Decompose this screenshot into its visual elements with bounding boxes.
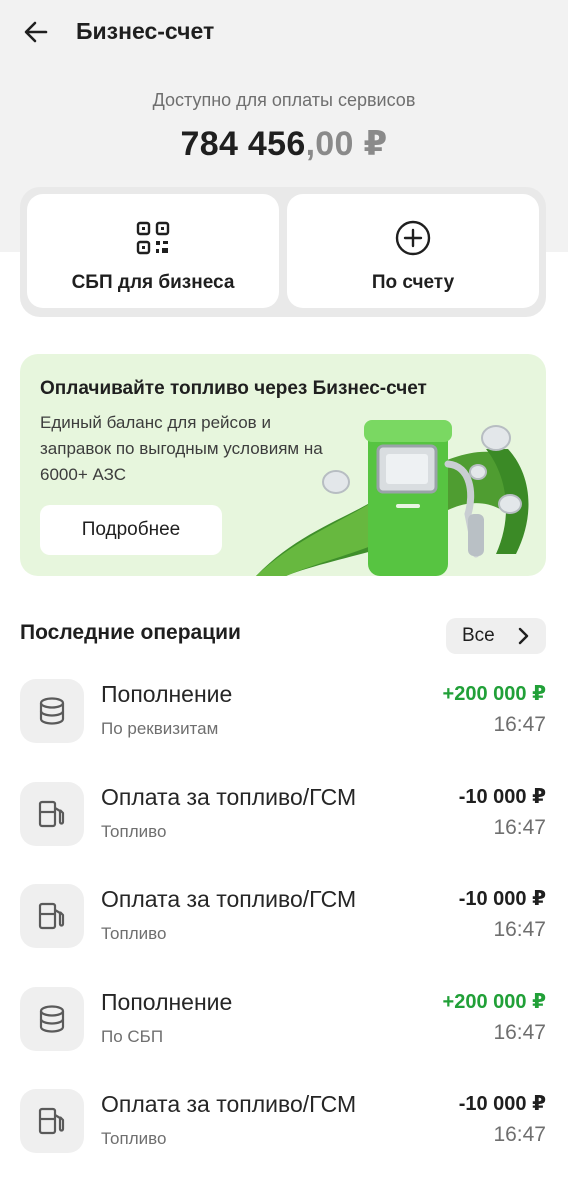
operation-icon-box <box>20 782 84 846</box>
operation-subtitle: Топливо <box>101 822 167 841</box>
available-label: Доступно для оплаты сервисов <box>152 90 416 110</box>
promo-details-button[interactable]: Подробнее <box>40 505 222 555</box>
recent-operations-title: Последние операции <box>20 621 241 644</box>
qr-code-icon <box>136 221 170 255</box>
operation-time: 16:47 <box>493 918 546 941</box>
operation-time: 16:47 <box>493 713 546 736</box>
by-account-button[interactable]: По счету <box>287 194 539 308</box>
operation-icon-box <box>20 679 84 743</box>
operation-icon-box <box>20 1089 84 1153</box>
balance-amount: 784 456,00 ₽ <box>0 124 568 164</box>
operation-subtitle: Топливо <box>101 924 167 943</box>
plus-circle-icon <box>395 220 431 256</box>
balance-integer: 784 456 <box>180 125 306 163</box>
operation-amount: -10 000 ₽ <box>458 1093 546 1115</box>
sbp-business-button[interactable]: СБП для бизнеса <box>27 194 279 308</box>
app-header: Бизнес-счет <box>0 0 568 62</box>
operation-subtitle: По СБП <box>101 1027 164 1046</box>
page-title: Бизнес-счет <box>76 18 215 44</box>
operation-row[interactable]: Пополнение По реквизитам +200 000 ₽ 16:47 <box>20 679 548 759</box>
operation-row[interactable]: Пополнение По СБП +200 000 ₽ 16:47 <box>20 987 548 1067</box>
fuel-pump-icon <box>38 800 65 828</box>
arrow-left-icon <box>24 21 48 43</box>
chevron-right-icon <box>518 627 529 645</box>
operation-amount: +200 000 ₽ <box>442 683 546 705</box>
operation-name: Оплата за топливо/ГСМ <box>101 1091 357 1117</box>
operation-subtitle: Топливо <box>101 1129 167 1148</box>
back-button[interactable] <box>18 14 54 50</box>
operation-amount: -10 000 ₽ <box>458 786 546 808</box>
operation-name: Оплата за топливо/ГСМ <box>101 784 357 810</box>
fuel-pump-illustration <box>256 420 529 576</box>
operation-time: 16:47 <box>493 816 546 839</box>
operation-amount: -10 000 ₽ <box>458 888 546 910</box>
operation-row[interactable]: Оплата за топливо/ГСМ Топливо -10 000 ₽ 16:… <box>20 1089 548 1169</box>
all-operations-button[interactable]: Все <box>446 618 546 654</box>
sbp-business-label: СБП для бизнеса <box>71 272 235 293</box>
operation-name: Пополнение <box>101 681 233 707</box>
balance-decimal: ,00 ₽ <box>305 125 388 163</box>
fuel-pump-icon <box>38 902 65 930</box>
operation-row[interactable]: Оплата за топливо/ГСМ Топливо -10 000 ₽ 16:… <box>20 884 548 964</box>
promo-banner[interactable]: Оплачивайте топливо через Бизнес-счет Ед… <box>20 354 546 576</box>
operation-time: 16:47 <box>493 1021 546 1044</box>
operation-name: Оплата за топливо/ГСМ <box>101 886 357 912</box>
database-icon <box>39 1005 65 1033</box>
operation-amount: +200 000 ₽ <box>442 991 546 1013</box>
fuel-pump-icon <box>38 1107 65 1135</box>
operation-time: 16:47 <box>493 1123 546 1146</box>
quick-actions: СБП для бизнеса По счету <box>20 187 546 317</box>
operation-subtitle: По реквизитам <box>101 719 219 738</box>
operation-icon-box <box>20 987 84 1051</box>
all-operations-label: Все <box>462 625 495 646</box>
by-account-label: По счету <box>371 272 455 293</box>
operation-name: Пополнение <box>101 989 233 1015</box>
operation-row[interactable]: Оплата за топливо/ГСМ Топливо -10 000 ₽ 16:… <box>20 782 548 862</box>
database-icon <box>39 697 65 725</box>
operation-icon-box <box>20 884 84 948</box>
